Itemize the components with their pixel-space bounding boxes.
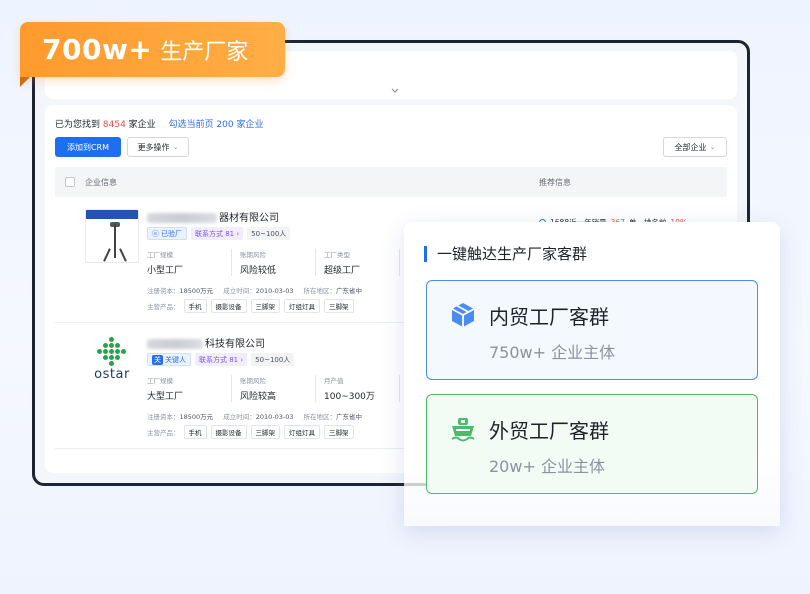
company-name[interactable]: 科技有限公司 <box>147 335 265 350</box>
factory-count-badge: 700w+ 生产厂家 <box>20 22 285 77</box>
badge-label: 生产厂家 <box>160 39 249 65</box>
attribute-list: 工厂规模 大型工厂 账期风险 风险较高 月产值 100~300万 代 C <box>147 375 419 402</box>
add-to-crm-label: 添加到CRM <box>66 142 110 152</box>
product-chip: 三脚架 <box>250 299 280 313</box>
cube-icon <box>449 301 477 329</box>
logo-wordmark: ostar <box>94 367 130 382</box>
domestic-factory-segment[interactable]: 内贸工厂客群 750w+ 企业主体 <box>426 280 758 380</box>
contact-link[interactable]: 联系方式 81 › <box>195 353 248 366</box>
ship-icon <box>449 415 477 443</box>
tag-line: 关 关键人 联系方式 81 › 50~100人 <box>147 353 295 366</box>
product-chip: 三脚架 <box>250 425 280 439</box>
chevron-down-icon: ⌄ <box>709 143 716 151</box>
meta-line: 注册资本：18500万元 成立时间：2010-03-03 所在地区：广东省中 <box>147 413 362 421</box>
verified-icon: ⓔ <box>152 229 159 238</box>
more-actions-label: 更多操作 <box>137 142 170 152</box>
staff-size-tag: 50~100人 <box>251 353 295 366</box>
segment-name: 外贸工厂客群 <box>489 419 609 443</box>
header-recommend: 推荐信息 <box>539 178 571 187</box>
chevron-down-icon <box>391 86 399 97</box>
attr-factory-scale: 工厂规模 大型工厂 <box>147 377 184 402</box>
company-name[interactable]: 器材有限公司 <box>147 209 279 224</box>
product-chip: 手机 <box>183 299 207 313</box>
attr-monthly-output: 月产值 100~300万 <box>315 375 399 402</box>
product-chip: 三脚架 <box>324 425 354 439</box>
product-chip: 摄影设备 <box>210 425 247 439</box>
select-page-link[interactable]: 勾选当前页 200 家企业 <box>169 120 264 130</box>
product-image <box>85 209 139 263</box>
collapse-toggle[interactable] <box>373 83 417 99</box>
attr-factory-scale: 工厂规模 小型工厂 <box>147 251 184 276</box>
main-products: 主营产品： 手机 摄影设备 三脚架 灯组灯具 三脚架 <box>147 425 354 439</box>
product-chip: 摄影设备 <box>210 299 247 313</box>
key-person-icon: 关 <box>152 354 163 365</box>
table-header: 企业信息 推荐信息 <box>55 167 727 197</box>
company-logo: ostar <box>85 335 139 389</box>
all-companies-label: 全部企业 <box>674 142 707 152</box>
redacted-name <box>147 213 217 223</box>
add-to-crm-button[interactable]: 添加到CRM <box>55 137 121 157</box>
product-chip: 灯组灯具 <box>284 425 320 439</box>
foreign-trade-factory-segment[interactable]: 外贸工厂客群 20w+ 企业主体 <box>426 394 758 494</box>
attr-payment-risk: 账期风险 风险较高 <box>231 375 315 402</box>
main-products: 主营产品： 手机 摄影设备 三脚架 灯组灯具 三脚架 <box>147 299 354 313</box>
chevron-down-icon: ⌄ <box>172 143 179 151</box>
results-summary: 已为您找到 8454 家企业 勾选当前页 200 家企业 <box>55 117 263 130</box>
segment-name: 内贸工厂客群 <box>489 305 609 329</box>
staff-size-tag: 50~100人 <box>247 227 291 240</box>
badge-number: 700w+ <box>42 33 153 66</box>
header-company: 企业信息 <box>85 178 117 187</box>
audience-popup: 一键触达生产厂家客群 内贸工厂客群 750w+ 企业主体 外贸工厂客群 20w+… <box>404 222 780 526</box>
redacted-name <box>147 339 203 349</box>
attribute-list: 工厂规模 小型工厂 账期风险 风险较低 工厂类型 超级工厂 月 1 <box>147 249 419 276</box>
attr-factory-type: 工厂类型 超级工厂 <box>315 249 399 276</box>
segment-count: 750w+ 企业主体 <box>489 343 616 362</box>
more-actions-dropdown[interactable]: 更多操作 ⌄ <box>127 137 189 157</box>
contact-link[interactable]: 联系方式 81 › <box>191 227 244 240</box>
found-prefix: 已为您找到 <box>55 120 101 130</box>
all-companies-dropdown[interactable]: 全部企业 ⌄ <box>663 137 727 157</box>
meta-line: 注册资本：18500万元 成立时间：2010-03-03 所在地区：广东省中 <box>147 287 362 295</box>
verified-factory-badge: ⓔ 已验厂 <box>147 227 187 240</box>
segment-count: 20w+ 企业主体 <box>489 457 605 476</box>
found-suffix: 家企业 <box>128 120 156 130</box>
found-count: 8454 <box>102 120 126 130</box>
product-chip: 手机 <box>183 425 207 439</box>
select-all-checkbox[interactable] <box>65 177 75 187</box>
product-chip: 三脚架 <box>324 299 354 313</box>
popup-title: 一键触达生产厂家客群 <box>424 246 587 262</box>
product-chip: 灯组灯具 <box>284 299 320 313</box>
ostar-dots-mark <box>95 337 129 367</box>
key-person-badge: 关 关键人 <box>147 353 191 366</box>
tag-line: ⓔ 已验厂 联系方式 81 › 50~100人 <box>147 227 291 240</box>
attr-payment-risk: 账期风险 风险较低 <box>231 249 315 276</box>
